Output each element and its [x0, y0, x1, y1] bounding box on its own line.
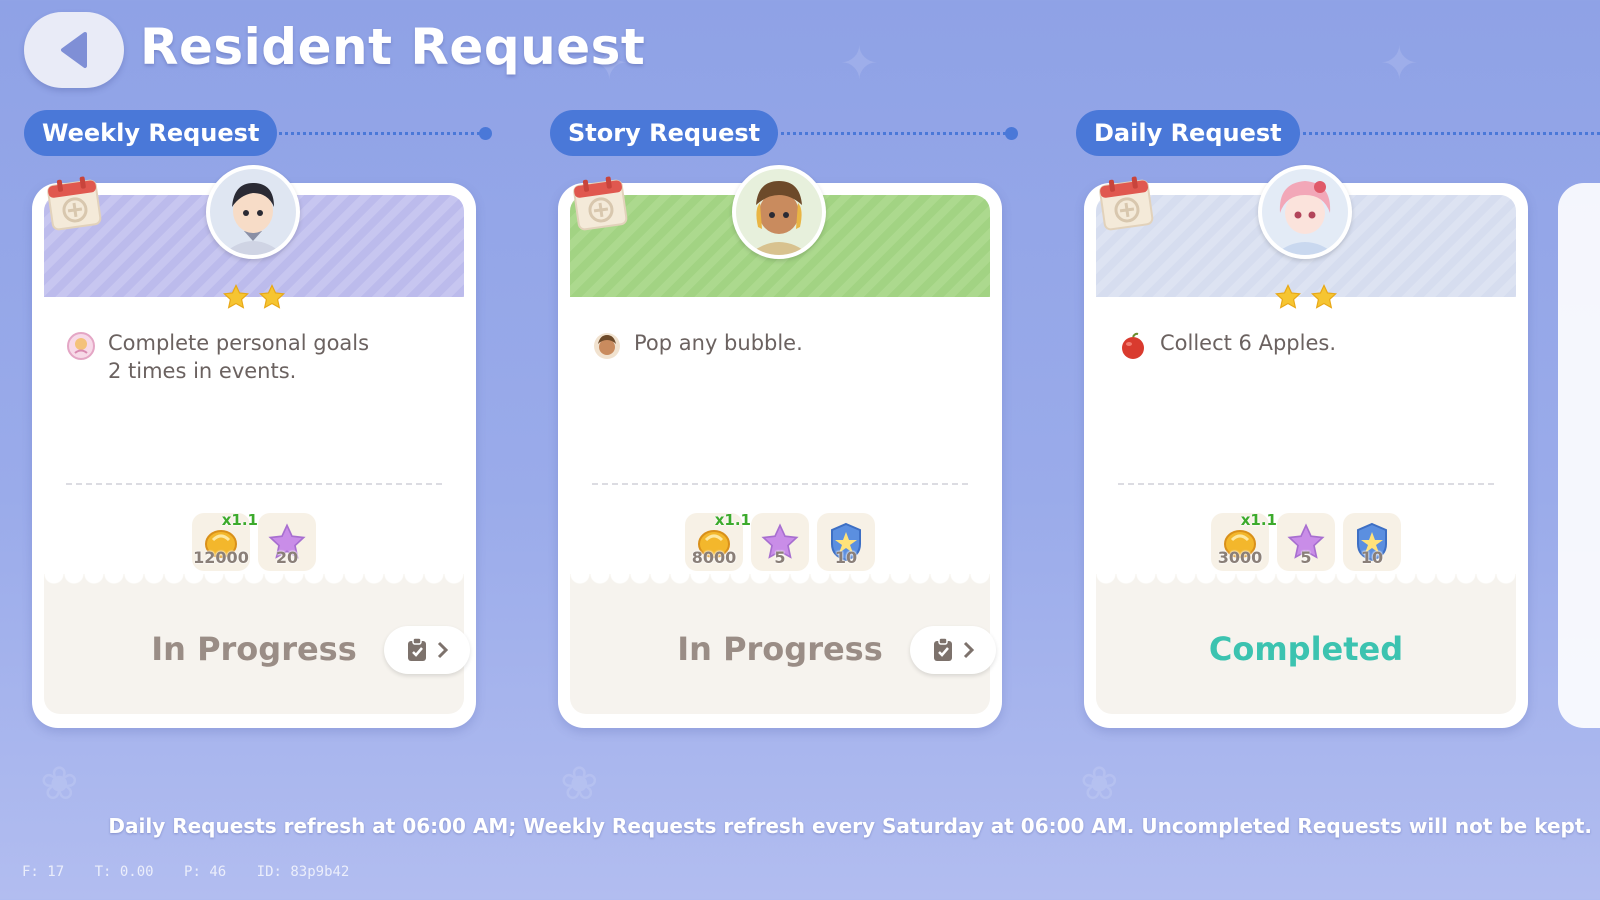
reward-list: x1.1 3000 5 10 — [1084, 511, 1528, 571]
reward-item[interactable]: x1.1 12000 — [192, 511, 258, 571]
category-label: Daily Request — [1076, 110, 1300, 156]
resident-mini-icon — [594, 333, 620, 359]
star-icon — [223, 283, 250, 309]
reward-multiplier: x1.1 — [1240, 511, 1277, 529]
divider — [592, 483, 968, 485]
clipboard-check-icon — [934, 637, 952, 661]
status-area: In Progress — [44, 574, 470, 714]
status-area: In Progress — [570, 574, 996, 714]
reward-multiplier: x1.1 — [714, 511, 751, 529]
calendar-icon — [47, 176, 102, 231]
background-doodle: ❀ — [560, 756, 599, 810]
reward-item[interactable]: x1.1 8000 — [685, 511, 751, 571]
star-icon — [1275, 283, 1302, 309]
category-header-daily: Daily Request — [1076, 110, 1600, 156]
difficulty-stars — [1084, 283, 1528, 315]
resident-avatar — [206, 165, 300, 259]
resident-portrait-icon — [1262, 169, 1348, 255]
reward-list: x1.1 12000 20 — [32, 511, 476, 571]
background-doodle: ❀ — [1080, 756, 1119, 810]
view-details-button[interactable] — [384, 626, 470, 674]
dotted-connector — [764, 132, 1012, 135]
divider — [66, 483, 442, 485]
page-title: Resident Request — [140, 18, 646, 76]
background-doodle: ✦ — [840, 36, 879, 90]
task-text: Pop any bubble. — [634, 331, 803, 355]
status-label: Completed — [1208, 630, 1404, 668]
reward-item[interactable]: 10 — [817, 513, 875, 571]
task-text: Collect 6 Apples. — [1160, 331, 1336, 355]
connector-dot — [479, 127, 492, 140]
category-label: Weekly Request — [24, 110, 278, 156]
reward-quantity: 10 — [834, 548, 858, 567]
debug-time: T: 0.00 — [94, 864, 154, 880]
reward-quantity: 8000 — [691, 548, 737, 567]
category-header-weekly: Weekly Request — [24, 110, 504, 156]
back-button[interactable] — [24, 12, 124, 88]
resident-avatar — [1258, 165, 1352, 259]
request-card-weekly[interactable]: Complete personal goals 2 times in event… — [32, 165, 476, 728]
reward-quantity: 3000 — [1217, 548, 1263, 567]
category-header-story: Story Request — [550, 110, 1030, 156]
calendar-icon — [1099, 176, 1154, 231]
next-request-card[interactable] — [1558, 183, 1600, 728]
task-description: Complete personal goals 2 times in event… — [66, 329, 446, 385]
dotted-connector — [260, 132, 486, 135]
chevron-right-icon — [437, 641, 449, 659]
dotted-connector — [1284, 132, 1600, 135]
request-card-story[interactable]: Pop any bubble. x1.1 8000 5 10 In Progre… — [558, 165, 1002, 728]
reward-item[interactable]: 5 — [751, 513, 809, 571]
reward-item[interactable]: 20 — [258, 513, 316, 571]
connector-dot — [1005, 127, 1018, 140]
debug-id: ID: 83p9b42 — [256, 864, 350, 880]
view-details-button[interactable] — [910, 626, 996, 674]
resident-avatar — [732, 165, 826, 259]
category-label: Story Request — [550, 110, 779, 156]
reward-item[interactable]: 5 — [1277, 513, 1335, 571]
task-description: Collect 6 Apples. — [1118, 329, 1498, 361]
status-area: Completed — [1096, 574, 1516, 714]
task-description: Pop any bubble. — [592, 329, 972, 361]
reward-quantity: 12000 — [193, 548, 249, 567]
reward-item[interactable]: x1.1 3000 — [1211, 511, 1277, 571]
reward-list: x1.1 8000 5 10 — [558, 511, 1002, 571]
resident-portrait-icon — [210, 169, 296, 255]
task-text: Complete personal goals 2 times in event… — [108, 331, 370, 383]
star-icon — [258, 283, 285, 309]
reward-quantity: 5 — [774, 548, 786, 567]
debug-p: P: 46 — [184, 864, 227, 880]
chevron-right-icon — [963, 641, 975, 659]
reward-quantity: 5 — [1300, 548, 1312, 567]
reward-item[interactable]: 10 — [1343, 513, 1401, 571]
reward-multiplier: x1.1 — [221, 511, 258, 529]
refresh-notice: Daily Requests refresh at 06:00 AM; Week… — [108, 814, 1592, 838]
debug-overlay: F: 17 T: 0.00 P: 46 ID: 83p9b42 — [22, 864, 371, 880]
request-card-daily[interactable]: Collect 6 Apples. x1.1 3000 5 10 Complet… — [1084, 165, 1528, 728]
background-doodle: ✦ — [1380, 36, 1419, 90]
divider — [1118, 483, 1494, 485]
clipboard-check-icon — [408, 637, 426, 661]
apple-icon — [1122, 332, 1144, 359]
difficulty-stars — [32, 283, 476, 315]
back-arrow-icon — [61, 32, 87, 68]
background-doodle: ❀ — [40, 756, 79, 810]
debug-frame: F: 17 — [22, 864, 65, 880]
reward-quantity: 20 — [275, 548, 299, 567]
reward-quantity: 10 — [1360, 548, 1384, 567]
resident-portrait-icon — [736, 169, 822, 255]
calendar-icon — [573, 176, 628, 231]
event-goal-icon — [67, 332, 95, 360]
star-icon — [1310, 283, 1337, 309]
